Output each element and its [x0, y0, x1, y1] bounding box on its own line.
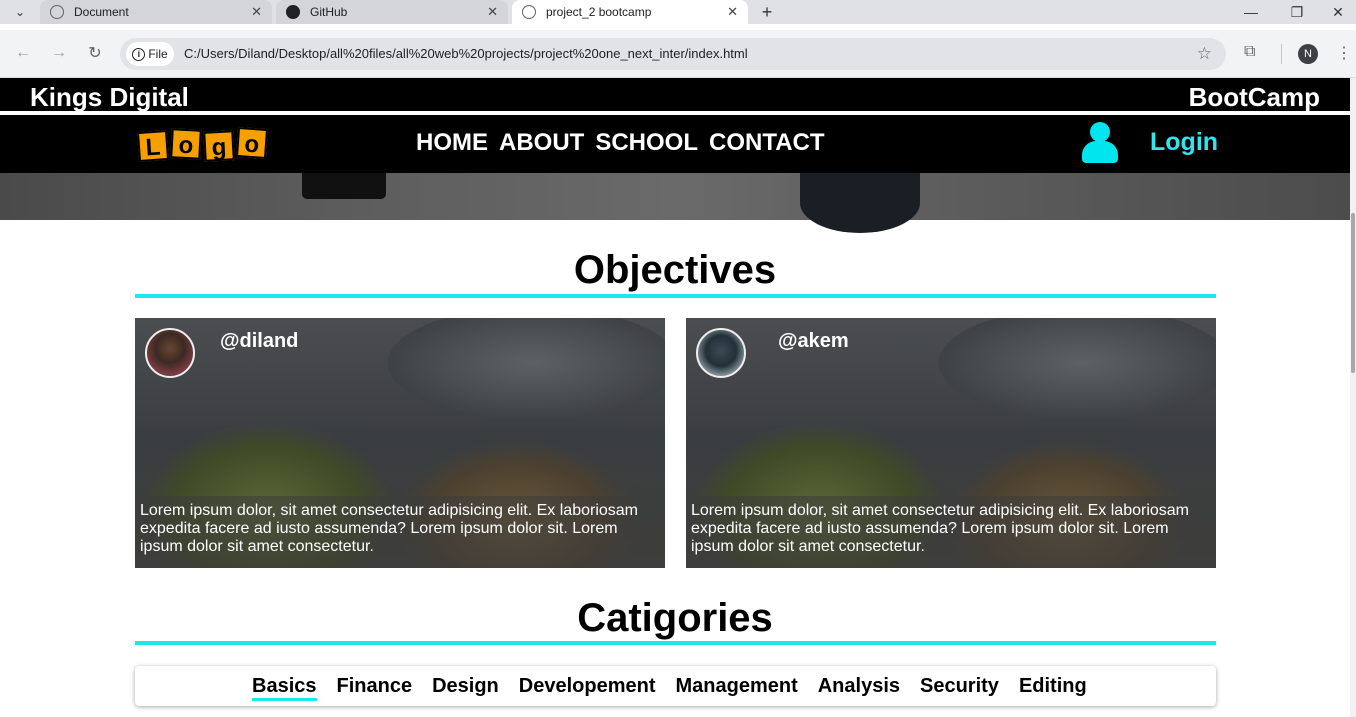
- toolbar-divider: [1281, 44, 1282, 64]
- tab-title: Document: [74, 5, 129, 19]
- github-icon: [286, 5, 300, 19]
- browser-tab-document[interactable]: Document ✕: [40, 0, 272, 24]
- category-editing[interactable]: Editing: [1019, 675, 1087, 701]
- extensions-icon[interactable]: ⧉: [1244, 43, 1264, 63]
- close-icon[interactable]: ✕: [487, 4, 498, 20]
- restore-icon[interactable]: ❐: [1274, 0, 1320, 24]
- forward-icon[interactable]: →: [48, 42, 70, 64]
- avatar: [696, 328, 746, 378]
- close-icon[interactable]: ✕: [727, 4, 738, 20]
- browser-toolbar: ← → ↻ i File C:/Users/Diland/Desktop/all…: [0, 30, 1356, 78]
- category-analysis[interactable]: Analysis: [818, 675, 900, 701]
- brand-band: Kings Digital BootCamp: [0, 78, 1350, 113]
- address-bar[interactable]: i File C:/Users/Diland/Desktop/all%20fil…: [120, 38, 1226, 70]
- categories-bar: Basics Finance Design Developement Manag…: [135, 666, 1216, 706]
- category-developement[interactable]: Developement: [519, 675, 656, 701]
- profile-avatar[interactable]: N: [1298, 44, 1318, 64]
- site-logo[interactable]: L o g o: [136, 126, 269, 163]
- logo-letter: g: [203, 130, 235, 162]
- tab-title: GitHub: [310, 5, 348, 19]
- logo-letter: L: [136, 129, 170, 163]
- brand-title: Kings Digital: [30, 82, 189, 112]
- globe-icon: [522, 5, 536, 19]
- logo-letter: o: [170, 128, 202, 160]
- category-management[interactable]: Management: [675, 675, 797, 701]
- url-text[interactable]: C:/Users/Diland/Desktop/all%20files/all%…: [184, 46, 748, 61]
- bookmark-star-icon[interactable]: ☆: [1197, 44, 1212, 64]
- profile-card: @diland Lorem ipsum dolor, sit amet cons…: [135, 318, 665, 568]
- tab-search-dropdown-icon[interactable]: ⌄: [8, 3, 32, 21]
- reload-icon[interactable]: ↻: [84, 42, 106, 64]
- category-list: Basics Finance Design Developement Manag…: [252, 675, 1087, 701]
- card-caption: Lorem ipsum dolor, sit amet consectetur …: [135, 496, 665, 568]
- main-nav: HOME ABOUT SCHOOL CONTACT: [416, 129, 825, 157]
- user-icon[interactable]: [1082, 122, 1118, 166]
- objectives-underline: [135, 294, 1216, 298]
- page-viewport: Kings Digital BootCamp L o g o HOME ABOU…: [0, 78, 1356, 717]
- nav-contact[interactable]: CONTACT: [709, 129, 825, 157]
- category-design[interactable]: Design: [432, 675, 499, 701]
- card-handle[interactable]: @diland: [220, 330, 298, 353]
- profile-card: @akem Lorem ipsum dolor, sit amet consec…: [686, 318, 1216, 568]
- hero-mouse-shape: [800, 173, 920, 233]
- nav-school[interactable]: SCHOOL: [595, 129, 698, 157]
- chip-label: File: [148, 47, 168, 61]
- globe-icon: [50, 5, 64, 19]
- back-icon[interactable]: ←: [12, 42, 34, 64]
- logo-letter: o: [235, 126, 269, 160]
- hero-image: [0, 173, 1350, 233]
- browser-tab-github[interactable]: GitHub ✕: [276, 0, 508, 24]
- window-close-icon[interactable]: ✕: [1320, 0, 1356, 24]
- minimize-icon[interactable]: —: [1228, 0, 1274, 24]
- site-info-chip[interactable]: i File: [126, 42, 174, 66]
- page-scrollbar[interactable]: [1350, 78, 1356, 717]
- browser-tab-project[interactable]: project_2 bootcamp ✕: [512, 0, 748, 24]
- card-handle[interactable]: @akem: [778, 330, 849, 353]
- new-tab-button[interactable]: +: [752, 0, 782, 24]
- brand-subtitle: BootCamp: [1188, 82, 1320, 112]
- tab-title: project_2 bootcamp: [546, 5, 652, 19]
- categories-heading: Catigories: [577, 596, 773, 640]
- nav-about[interactable]: ABOUT: [499, 129, 584, 157]
- category-security[interactable]: Security: [920, 675, 999, 701]
- category-basics[interactable]: Basics: [252, 675, 317, 701]
- scrollbar-thumb[interactable]: [1351, 213, 1355, 373]
- info-icon: i: [132, 47, 146, 61]
- login-link[interactable]: Login: [1150, 128, 1218, 157]
- site-navbar: L o g o HOME ABOUT SCHOOL CONTACT Login: [0, 115, 1350, 173]
- card-caption: Lorem ipsum dolor, sit amet consectetur …: [686, 496, 1216, 568]
- avatar: [145, 328, 195, 378]
- nav-home[interactable]: HOME: [416, 129, 488, 157]
- browser-tab-bar: ⌄ Document ✕ GitHub ✕ project_2 bootcamp…: [0, 0, 1356, 24]
- close-icon[interactable]: ✕: [251, 4, 262, 20]
- kebab-menu-icon[interactable]: ⋮: [1336, 43, 1352, 63]
- category-finance[interactable]: Finance: [337, 675, 413, 701]
- hero-phone-shape: [302, 173, 386, 199]
- categories-underline: [135, 641, 1216, 645]
- objectives-heading: Objectives: [573, 248, 777, 292]
